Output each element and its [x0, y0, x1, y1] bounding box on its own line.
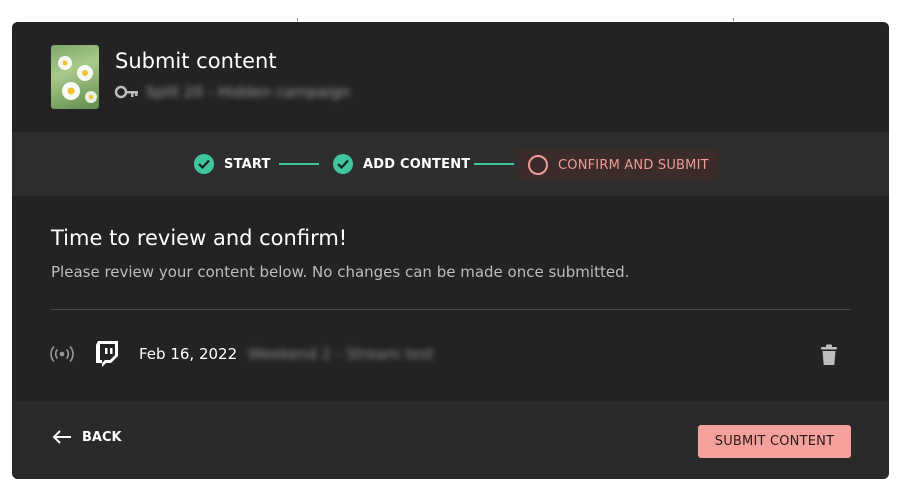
modal-header: Submit content Split 20 - Hidden campaig… [12, 22, 889, 132]
check-icon [194, 154, 214, 174]
step-confirm-and-submit: CONFIRM AND SUBMIT [518, 149, 718, 181]
edge-mark [297, 18, 298, 21]
submit-content-modal: Submit content Split 20 - Hidden campaig… [12, 22, 889, 479]
content-date: Feb 16, 2022 [139, 345, 238, 363]
step-connector [279, 163, 319, 165]
modal-title: Submit content [115, 49, 277, 73]
content-title: Weekend 2 - Stream test [248, 345, 434, 363]
campaign-thumbnail [51, 45, 99, 109]
content-item: Feb 16, 2022 Weekend 2 - Stream test [12, 334, 889, 378]
modal-footer: BACK SUBMIT CONTENT [12, 401, 889, 479]
submit-content-button[interactable]: SUBMIT CONTENT [698, 425, 851, 458]
review-description: Please review your content below. No cha… [51, 263, 630, 281]
review-heading: Time to review and confirm! [51, 226, 348, 250]
step-label: ADD CONTENT [363, 156, 471, 172]
campaign-subtitle: Split 20 - Hidden campaign [146, 83, 351, 101]
arrow-left-icon [52, 430, 71, 444]
twitch-icon [96, 341, 118, 367]
back-label: BACK [82, 429, 122, 445]
back-button[interactable]: BACK [52, 429, 122, 445]
review-section: Time to review and confirm! Please revie… [12, 196, 889, 401]
circle-outline-icon [528, 155, 548, 175]
divider [51, 309, 851, 310]
step-start: START [194, 132, 271, 196]
step-connector [474, 163, 514, 165]
check-icon [333, 154, 353, 174]
step-add-content: ADD CONTENT [333, 132, 470, 196]
step-label: CONFIRM AND SUBMIT [558, 157, 709, 173]
step-label: START [224, 156, 271, 172]
key-icon [114, 85, 138, 99]
progress-stepper: START ADD CONTENT CONFIRM AND SUBMIT [12, 132, 889, 196]
edge-mark [733, 18, 734, 21]
live-broadcast-icon [50, 345, 74, 363]
trash-icon[interactable] [820, 344, 838, 366]
